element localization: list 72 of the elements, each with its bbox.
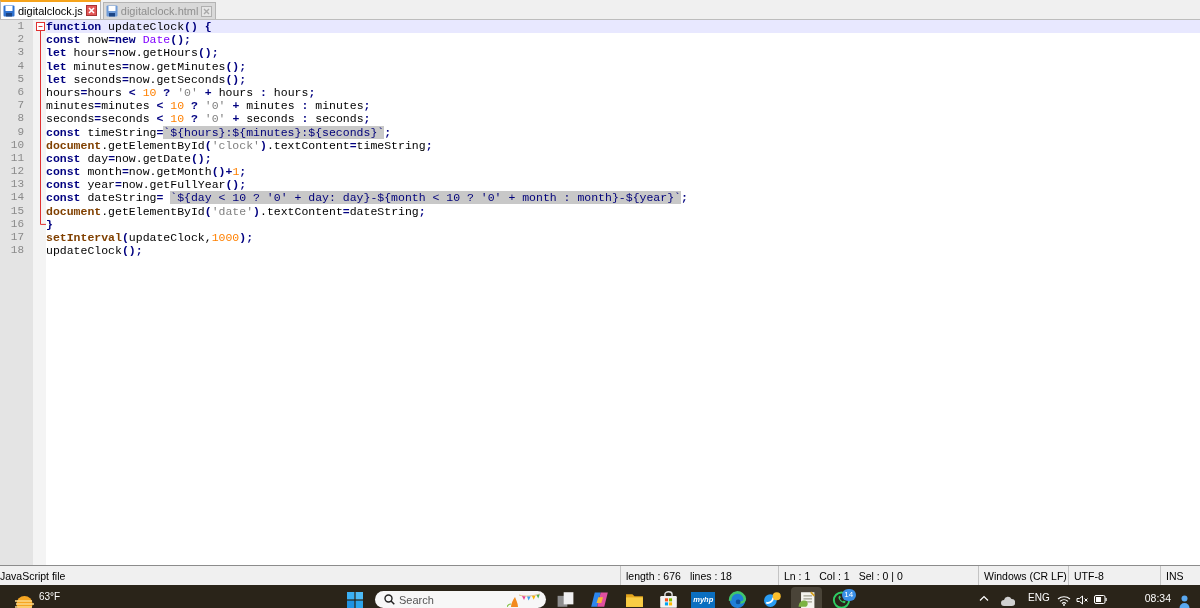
cursor-line-readout: Ln : 1 xyxy=(784,569,811,582)
folder-icon xyxy=(624,591,644,608)
line-number: 16 xyxy=(10,217,24,231)
weather-temperature[interactable]: 63°F xyxy=(39,591,61,603)
four-panes-icon[interactable] xyxy=(347,592,363,608)
cursor-column-readout: Col : 1 xyxy=(819,569,850,582)
clock-time[interactable]: 08:34 xyxy=(1144,592,1171,604)
battery-icon[interactable] xyxy=(1093,595,1107,604)
line-number: 2 xyxy=(17,33,24,47)
line-number: 8 xyxy=(17,112,24,126)
code-line: let minutes=now.getMinutes(); xyxy=(46,59,247,73)
encoding-label: UTF-8 xyxy=(1074,569,1104,582)
overlapping-squares-icon xyxy=(555,591,575,608)
code-line: } xyxy=(46,217,53,231)
language-indicator[interactable]: ENG xyxy=(1028,592,1050,604)
bunting-icon xyxy=(507,592,541,607)
taskbar-button[interactable] xyxy=(791,587,823,608)
code-line: document.getElementById('clock').textContent=timeString; xyxy=(46,138,433,152)
code-line: const dateString= `${day < 10 ? '0' + day: day}-${month < 10 ? '0' + month : month}-${year}`; xyxy=(46,191,688,205)
code-line: const month=now.getMonth()+1; xyxy=(46,165,247,179)
search-field[interactable]: Search xyxy=(375,591,546,608)
swirl-icon xyxy=(590,591,610,608)
file-type-label: JavaScript file xyxy=(0,569,66,582)
search-icon xyxy=(384,594,395,605)
hazy-sun-icon[interactable] xyxy=(14,594,35,608)
code-line: const now=new Date(); xyxy=(46,33,191,47)
tab[interactable]: digitalclock.js xyxy=(0,0,101,19)
wifi-icon[interactable] xyxy=(1056,595,1071,606)
code-line: setInterval(updateClock,1000); xyxy=(46,231,254,244)
close-icon[interactable] xyxy=(85,5,97,16)
person-icon[interactable] xyxy=(1179,595,1190,608)
line-number: 5 xyxy=(17,72,24,86)
line-number: 1 xyxy=(17,20,24,34)
line-ending-label: Windows (CR LF) xyxy=(984,569,1067,582)
cloud-icon[interactable] xyxy=(1001,595,1016,606)
code-line: const year=now.getFullYear(); xyxy=(46,178,247,192)
line-number: 4 xyxy=(17,59,24,73)
circle-swoosh-icon xyxy=(762,591,782,608)
line-number: 6 xyxy=(17,85,24,100)
notification-badge: 14 xyxy=(841,589,856,601)
code-line: hours=hours < 10 ? '0' + hours : hours; xyxy=(46,85,316,99)
length-readout: length : 676 xyxy=(626,569,681,582)
insert-mode-label: INS xyxy=(1166,569,1184,582)
swirl-circle-icon xyxy=(728,591,748,608)
line-number: 12 xyxy=(10,165,24,179)
chevron-up-icon[interactable] xyxy=(979,595,990,601)
line-number: 9 xyxy=(17,125,24,139)
line-number: 10 xyxy=(10,138,24,152)
code-line: const timeString=`${hours}:${minutes}:${seconds}`; xyxy=(46,125,392,139)
code-line: updateClock(); xyxy=(46,244,143,258)
selection-readout: Sel : 0 | 0 xyxy=(858,569,903,582)
line-number: 14 xyxy=(10,191,24,205)
code-line: const day=now.getDate(); xyxy=(46,151,212,165)
fold-toggle-icon[interactable] xyxy=(33,20,46,34)
line-number: 7 xyxy=(17,99,24,113)
code-line: document.getElementById('date').textContent=dateString; xyxy=(46,204,426,218)
code-line: let hours=now.getHours(); xyxy=(46,46,219,60)
notepad-icon xyxy=(797,591,817,608)
shopping-bag-icon xyxy=(659,591,679,608)
line-number: 15 xyxy=(10,204,24,218)
code-line: minutes=minutes < 10 ? '0' + minutes : minutes; xyxy=(46,99,371,113)
line-count-readout: lines : 18 xyxy=(689,569,732,582)
muted-speaker-icon[interactable] xyxy=(1075,595,1089,605)
line-number: 11 xyxy=(10,151,24,166)
line-number: 17 xyxy=(10,231,24,245)
code-line: function updateClock() { xyxy=(46,20,212,33)
line-number: 18 xyxy=(10,244,24,258)
phone-bubble-icon xyxy=(831,591,851,608)
code-line: seconds=seconds < 10 ? '0' + seconds : seconds; xyxy=(46,112,371,126)
line-number: 3 xyxy=(17,46,24,60)
code-line: let seconds=now.getSeconds(); xyxy=(46,72,247,86)
line-number: 13 xyxy=(10,178,24,192)
